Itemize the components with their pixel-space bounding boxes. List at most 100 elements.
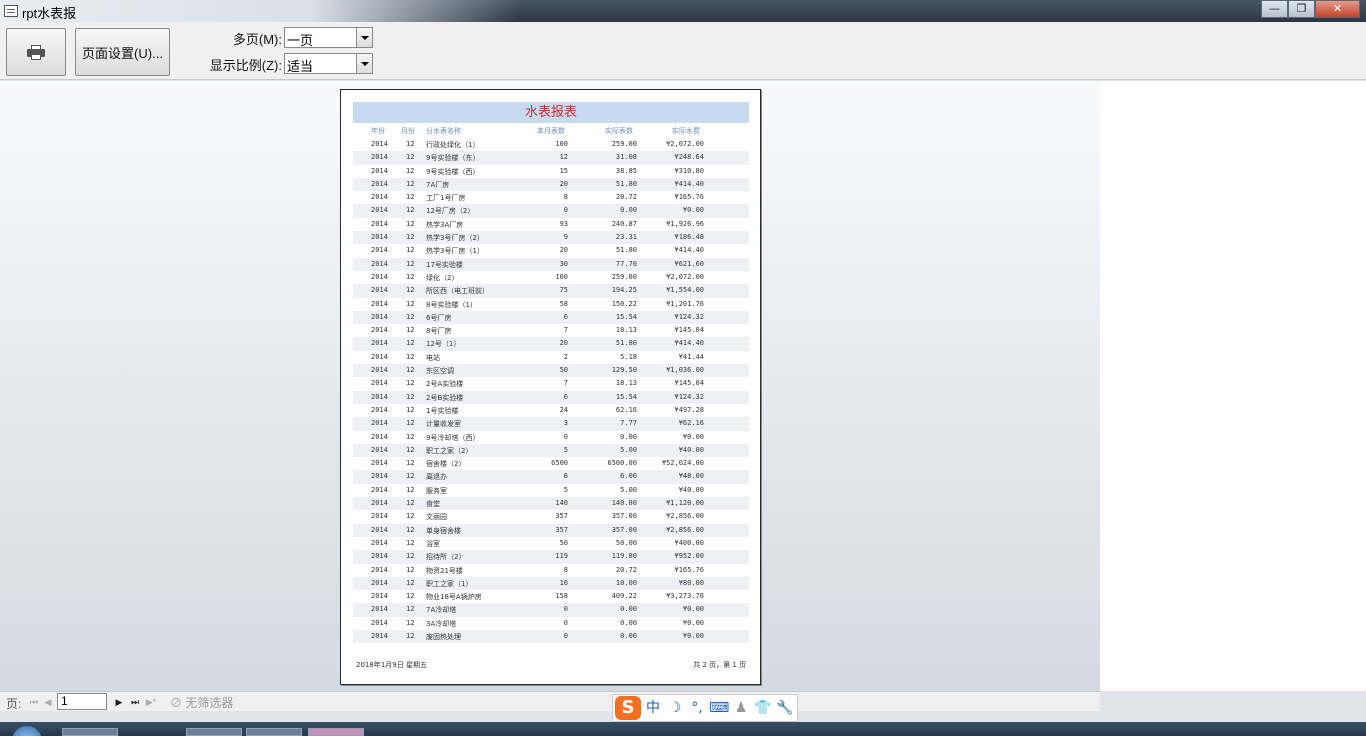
taskbar-item[interactable] bbox=[186, 728, 242, 736]
cell-year: 2014 bbox=[371, 472, 388, 481]
cell-actual-fee: ¥124.32 bbox=[674, 312, 704, 321]
cell-current-reading: 9 bbox=[563, 233, 568, 242]
wrench-icon[interactable]: 🔧 bbox=[775, 698, 795, 718]
sogou-logo-icon[interactable]: S bbox=[615, 696, 641, 720]
cell-month: 12 bbox=[406, 538, 415, 547]
col-header-actual-fee: 实际水费 bbox=[672, 127, 700, 135]
next-page-icon[interactable]: ▶ bbox=[112, 695, 126, 709]
cell-actual-reading: 0.00 bbox=[620, 631, 637, 640]
page-number-input[interactable]: 1 bbox=[57, 693, 107, 710]
multi-page-select[interactable]: 一页 bbox=[284, 27, 373, 48]
filter-label: 无筛选器 bbox=[185, 696, 234, 710]
cell-meter-name: 废固热处理 bbox=[426, 632, 461, 641]
cell-year: 2014 bbox=[371, 618, 388, 627]
print-button[interactable] bbox=[6, 28, 66, 76]
restore-button[interactable]: ❐ bbox=[1288, 0, 1315, 18]
cell-year: 2014 bbox=[371, 206, 388, 215]
minimize-button[interactable]: — bbox=[1261, 0, 1288, 18]
cell-current-reading: 0 bbox=[563, 631, 568, 640]
cell-actual-reading: 38.85 bbox=[615, 166, 637, 175]
first-page-icon[interactable]: ⏮ bbox=[27, 695, 41, 709]
preview-area[interactable]: 水表报表 年份 月份 分水表名称 本月表数 实际表数 实际水费 2014 12 行政… bbox=[0, 81, 1100, 691]
ime-toolbar[interactable]: S 中 ☽ °, ⌨ ♟ 👕 🔧 bbox=[612, 694, 798, 722]
table-row: 2014 12 文丽园 357 357.00 ¥2,856.00 bbox=[353, 510, 749, 523]
table-row: 2014 12 9号冷却塔（西） 0 0.00 ¥0.00 bbox=[353, 431, 749, 444]
close-button[interactable]: ✕ bbox=[1315, 0, 1360, 18]
cell-current-reading: 8 bbox=[563, 565, 568, 574]
taskbar-item[interactable] bbox=[308, 728, 364, 736]
user-icon[interactable]: ♟ bbox=[731, 698, 751, 718]
report-icon bbox=[4, 5, 18, 17]
ime-chinese-mode[interactable]: 中 bbox=[643, 698, 663, 718]
cell-year: 2014 bbox=[371, 339, 388, 348]
table-row: 2014 12 6号厂房 6 15.54 ¥124.32 bbox=[353, 310, 749, 325]
cell-current-reading: 158 bbox=[555, 592, 568, 601]
cell-actual-fee: ¥145.04 bbox=[674, 326, 704, 335]
prev-page-icon[interactable]: ◀ bbox=[41, 695, 55, 709]
cell-meter-name: 食堂 bbox=[426, 500, 440, 509]
table-row: 2014 12 行政处绿化（1） 100 259.00 ¥2,072.00 bbox=[353, 138, 749, 151]
chevron-down-icon[interactable] bbox=[356, 28, 372, 47]
cell-month: 12 bbox=[406, 459, 415, 468]
report-rows: 2014 12 行政处绿化（1） 100 259.00 ¥2,072.00 2014 12 9号… bbox=[353, 138, 749, 644]
cell-actual-reading: 31.08 bbox=[615, 153, 637, 162]
cell-month: 12 bbox=[406, 485, 415, 494]
multi-page-value: 一页 bbox=[287, 33, 314, 48]
cell-actual-reading: 357.00 bbox=[611, 512, 637, 521]
cell-month: 12 bbox=[406, 392, 415, 401]
col-header-actual-reading: 实际表数 bbox=[605, 127, 633, 135]
cell-meter-name: 职工之家（2） bbox=[426, 446, 473, 455]
cell-actual-fee: ¥2,856.00 bbox=[666, 525, 704, 534]
cell-current-reading: 0 bbox=[563, 206, 568, 215]
filter-status[interactable]: ⊘ 无筛选器 bbox=[170, 694, 233, 711]
cell-actual-fee: ¥952.00 bbox=[674, 552, 704, 561]
cell-month: 12 bbox=[406, 512, 415, 521]
keyboard-icon[interactable]: ⌨ bbox=[709, 698, 729, 718]
table-row: 2014 12 服务室 5 5.00 ¥40.00 bbox=[353, 484, 749, 497]
cell-month: 12 bbox=[406, 286, 415, 295]
cell-year: 2014 bbox=[371, 286, 388, 295]
skin-icon[interactable]: 👕 bbox=[753, 698, 773, 718]
cell-current-reading: 3 bbox=[563, 419, 568, 428]
taskbar-item[interactable] bbox=[62, 728, 118, 736]
cell-actual-reading: 20.72 bbox=[615, 193, 637, 202]
cell-actual-reading: 0.00 bbox=[620, 206, 637, 215]
table-row: 2014 12 17号实验楼 30 77.70 ¥621.60 bbox=[353, 257, 749, 271]
cell-month: 12 bbox=[406, 312, 415, 321]
cell-current-reading: 50 bbox=[559, 538, 568, 547]
cell-year: 2014 bbox=[371, 272, 388, 281]
cell-meter-name: 计量收发室 bbox=[426, 420, 461, 429]
taskbar-item[interactable] bbox=[246, 728, 302, 736]
cell-month: 12 bbox=[406, 326, 415, 335]
chevron-down-icon[interactable] bbox=[356, 54, 372, 73]
page-setup-button[interactable]: 页面设置(U)... bbox=[75, 28, 170, 76]
cell-month: 12 bbox=[406, 272, 415, 281]
cell-month: 12 bbox=[406, 339, 415, 348]
cell-actual-fee: ¥1,036.00 bbox=[666, 366, 704, 375]
cell-year: 2014 bbox=[371, 326, 388, 335]
moon-icon[interactable]: ☽ bbox=[665, 698, 685, 718]
cell-actual-fee: ¥2,856.00 bbox=[666, 512, 704, 521]
multi-page-label: 多页(M): bbox=[232, 32, 282, 47]
cell-month: 12 bbox=[406, 299, 415, 308]
cell-year: 2014 bbox=[371, 233, 388, 242]
punctuation-icon[interactable]: °, bbox=[687, 698, 707, 718]
cell-actual-reading: 5.18 bbox=[620, 352, 637, 361]
zoom-select[interactable]: 适当 bbox=[284, 53, 373, 74]
cell-meter-name: 热学3号厂房（1） bbox=[426, 247, 484, 256]
table-row: 2014 12 工厂1号厂房 8 20.72 ¥165.76 bbox=[353, 191, 749, 204]
cell-meter-name: 单身宿舍楼 bbox=[426, 526, 461, 535]
cell-meter-name: 东区空调 bbox=[426, 367, 454, 376]
cell-current-reading: 100 bbox=[555, 272, 568, 281]
cell-actual-fee: ¥2,072.00 bbox=[666, 140, 704, 148]
cell-meter-name: 物资21号楼 bbox=[426, 566, 463, 575]
print-preview-toolbar: 页面设置(U)... 多页(M): 一页 显示比例(Z): 适当 bbox=[0, 22, 1366, 80]
cell-month: 12 bbox=[406, 445, 415, 454]
cell-meter-name: 17号实验楼 bbox=[426, 260, 463, 269]
cell-actual-reading: 140.00 bbox=[611, 499, 637, 508]
table-row: 2014 12 浴室 50 50.00 ¥400.00 bbox=[353, 537, 749, 550]
cell-actual-reading: 259.00 bbox=[611, 272, 637, 281]
cell-actual-reading: 20.72 bbox=[615, 565, 637, 574]
last-page-icon[interactable]: ⏭ bbox=[128, 695, 142, 709]
cell-meter-name: 9号冷却塔（西） bbox=[426, 433, 480, 442]
